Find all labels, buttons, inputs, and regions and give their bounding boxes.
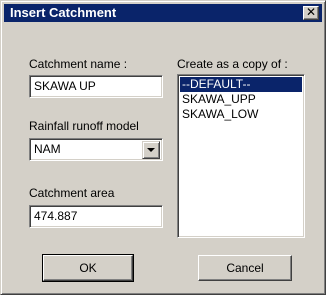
title-bar[interactable]: Insert Catchment ✕: [4, 4, 322, 22]
catchment-name-input[interactable]: SKAWA UP: [29, 75, 163, 98]
close-button[interactable]: ✕: [303, 6, 319, 20]
chevron-down-icon: [147, 148, 155, 152]
cancel-button[interactable]: Cancel: [198, 255, 292, 281]
catchment-name-label: Catchment name :: [29, 57, 128, 71]
close-icon: ✕: [305, 5, 317, 19]
rainfall-model-select[interactable]: NAM: [29, 138, 163, 161]
copy-of-listbox[interactable]: --DEFAULT-- SKAWA_UPP SKAWA_LOW: [177, 74, 305, 238]
rainfall-model-label: Rainfall runoff model: [29, 119, 139, 133]
ok-button[interactable]: OK: [42, 254, 134, 282]
list-item[interactable]: SKAWA_LOW: [180, 107, 302, 122]
dropdown-arrow-button[interactable]: [142, 141, 160, 159]
catchment-area-label: Catchment area: [29, 186, 115, 200]
dialog-title: Insert Catchment: [10, 5, 117, 20]
list-item[interactable]: --DEFAULT--: [180, 77, 302, 92]
catchment-area-input[interactable]: 474.887: [29, 205, 163, 228]
insert-catchment-dialog: Insert Catchment ✕ Catchment name : SKAW…: [0, 0, 326, 295]
copy-of-label: Create as a copy of :: [177, 57, 288, 71]
list-item[interactable]: SKAWA_UPP: [180, 92, 302, 107]
rainfall-model-value: NAM: [34, 142, 61, 156]
